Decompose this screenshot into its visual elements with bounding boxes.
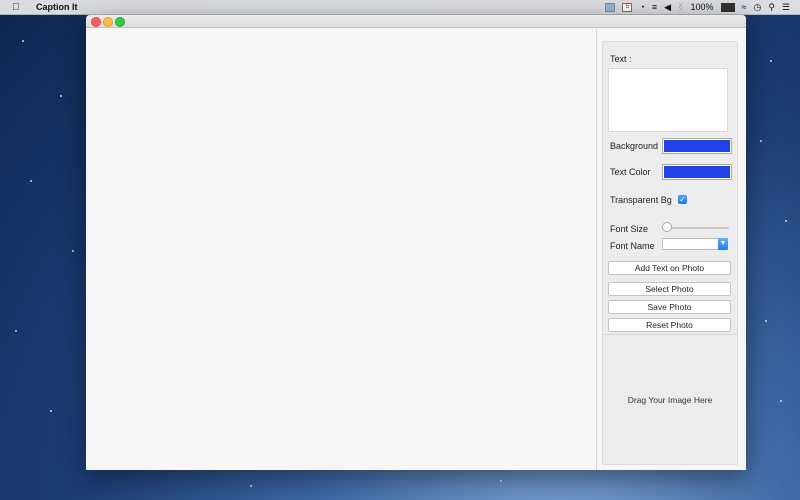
- clock-icon[interactable]: ◷: [753, 1, 761, 13]
- chevron-down-icon[interactable]: ▼: [718, 238, 728, 250]
- pie-chart-icon[interactable]: ◔: [639, 1, 644, 13]
- text-color-label: Text Color: [610, 167, 651, 177]
- save-photo-button[interactable]: Save Photo: [608, 300, 731, 314]
- transparent-bg-label: Transparent Bg: [610, 195, 672, 205]
- background-color-well[interactable]: [662, 138, 732, 154]
- calendar-icon[interactable]: 5: [622, 2, 633, 12]
- minimize-window-button[interactable]: [103, 17, 113, 27]
- background-color-fill: [664, 140, 730, 152]
- notification-list-icon[interactable]: ☰: [782, 1, 790, 13]
- search-icon[interactable]: ⚲: [768, 1, 775, 13]
- menu-bar:  Caption It 5 ◔ ≡ ◀ ᛝ 100% ≈ ◷ ⚲ ☰: [0, 0, 800, 15]
- text-label: Text :: [610, 54, 632, 64]
- drop-zone-label: Drag Your Image Here: [627, 394, 713, 405]
- font-name-select[interactable]: ▼: [662, 238, 728, 250]
- apple-logo-icon[interactable]: : [12, 2, 24, 13]
- text-color-fill: [664, 166, 730, 178]
- app-window: Text : Background Text Color Transparent…: [86, 15, 746, 470]
- grid-icon[interactable]: [605, 2, 616, 12]
- battery-percent[interactable]: 100%: [690, 1, 713, 13]
- bluetooth-icon[interactable]: ᛝ: [678, 1, 683, 13]
- reset-photo-button[interactable]: Reset Photo: [608, 318, 731, 332]
- image-drop-zone[interactable]: Drag Your Image Here: [603, 335, 737, 464]
- caption-settings-panel: Text : Background Text Color Transparent…: [602, 41, 738, 465]
- text-color-well[interactable]: [662, 164, 732, 180]
- add-text-on-photo-button[interactable]: Add Text on Photo: [608, 261, 731, 275]
- battery-icon[interactable]: [720, 2, 735, 12]
- select-photo-button[interactable]: Select Photo: [608, 282, 731, 296]
- list-icon[interactable]: ≡: [652, 1, 657, 13]
- zoom-window-button[interactable]: [115, 17, 125, 27]
- speaker-icon[interactable]: ◀: [664, 1, 671, 13]
- app-menu-name[interactable]: Caption It: [36, 2, 78, 12]
- title-bar[interactable]: [86, 15, 746, 28]
- transparent-bg-checkbox[interactable]: ✓: [678, 195, 687, 204]
- font-size-label: Font Size: [610, 224, 649, 234]
- close-window-button[interactable]: [91, 17, 101, 27]
- wifi-icon[interactable]: ≈: [742, 1, 747, 13]
- photo-canvas[interactable]: [86, 28, 597, 470]
- font-size-slider-knob[interactable]: [662, 222, 672, 232]
- background-label: Background: [610, 141, 659, 151]
- menu-extras: 5 ◔ ≡ ◀ ᛝ 100% ≈ ◷ ⚲ ☰: [605, 1, 790, 13]
- font-size-slider-track[interactable]: [663, 227, 729, 229]
- font-name-label: Font Name: [610, 241, 655, 251]
- caption-text-input[interactable]: [608, 68, 728, 132]
